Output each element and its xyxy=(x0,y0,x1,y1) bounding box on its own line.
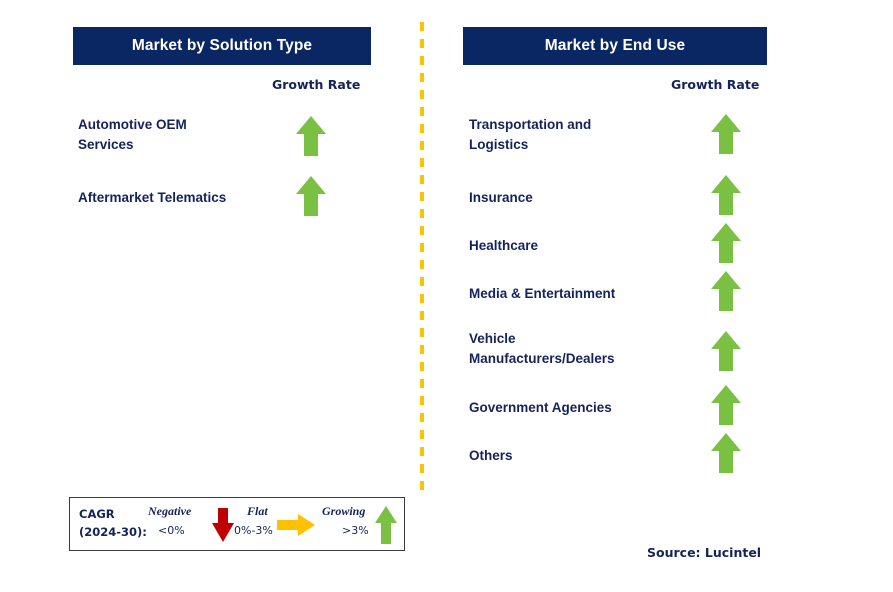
panel-title-end-use: Market by End Use xyxy=(544,37,686,54)
growth-rate-label-end-use: Growth Rate xyxy=(671,77,760,92)
arrow-up-icon xyxy=(294,114,328,158)
list-item-label: Government Agencies xyxy=(469,400,612,415)
source-note: Source: Lucintel xyxy=(647,545,762,560)
arrow-right-icon xyxy=(275,512,317,538)
vertical-dashed-divider xyxy=(420,22,424,490)
legend-entry-title-negative: Negative xyxy=(148,504,192,518)
list-item-label: Others xyxy=(469,448,513,463)
panel-title-solution-type: Market by Solution Type xyxy=(131,37,313,54)
arrow-up-icon xyxy=(709,329,743,373)
list-item-label: Vehicle Manufacturers/Dealers xyxy=(469,331,615,366)
arrow-up-icon xyxy=(709,112,743,156)
list-item-label: Automotive OEM Services xyxy=(78,117,187,152)
list-item-label: Healthcare xyxy=(469,238,539,253)
legend-entry-range-flat: 0%-3% xyxy=(234,524,273,537)
cagr-legend: CAGR (2024-30): Negative <0% Flat 0%-3% … xyxy=(69,497,405,551)
arrow-down-icon xyxy=(210,506,236,544)
panel-header-solution-type: Market by Solution Type xyxy=(73,27,371,65)
arrow-up-icon xyxy=(709,173,743,217)
legend-cagr-label: CAGR (2024-30): xyxy=(79,507,147,539)
arrow-up-icon xyxy=(709,383,743,427)
list-item-label: Aftermarket Telematics xyxy=(78,190,227,205)
legend-entry-title-growing: Growing xyxy=(322,504,366,518)
legend-entry-range-growing: >3% xyxy=(342,524,369,537)
arrow-up-icon xyxy=(709,221,743,265)
growth-rate-label-solution-type: Growth Rate xyxy=(272,77,361,92)
list-item-label: Insurance xyxy=(469,190,533,205)
arrow-up-icon xyxy=(709,269,743,313)
arrow-up-icon xyxy=(709,431,743,475)
list-item-label: Transportation and Logistics xyxy=(469,117,592,152)
arrow-up-icon xyxy=(373,504,399,546)
legend-entry-title-flat: Flat xyxy=(247,504,268,518)
legend-entry-range-negative: <0% xyxy=(158,524,185,537)
infographic-canvas: Market by Solution Type Growth Rate Auto… xyxy=(0,0,893,592)
list-item-label: Media & Entertainment xyxy=(469,286,616,301)
panel-header-end-use: Market by End Use xyxy=(463,27,767,65)
arrow-up-icon xyxy=(294,174,328,218)
